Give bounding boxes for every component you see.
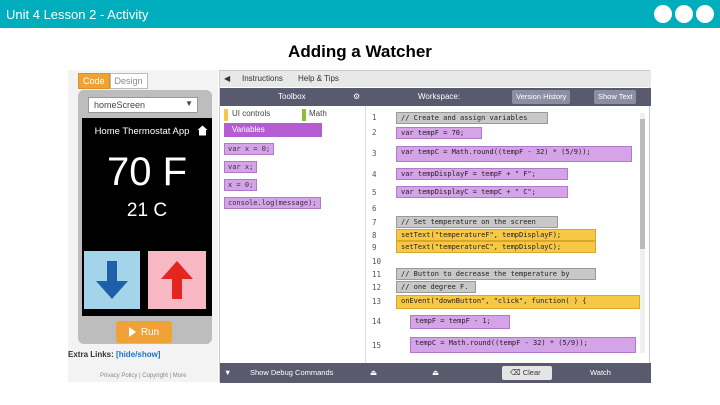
eraser-icon: ⌫ — [510, 368, 521, 377]
expand-debug-icon[interactable]: ▼ — [224, 368, 231, 377]
design-mode-button[interactable]: Design — [109, 73, 148, 89]
show-text-button[interactable]: Show Text — [594, 90, 637, 104]
chevron-down-icon: ▼ — [185, 99, 193, 108]
lesson-title: Unit 4 Lesson 2 - Activity — [6, 7, 149, 22]
watch-label[interactable]: Watch — [590, 368, 611, 377]
up-button[interactable] — [148, 251, 206, 309]
app-title: Home Thermostat App — [94, 126, 190, 137]
code-line[interactable]: var tempC = Math.round((tempF - 32) * (5… — [396, 146, 632, 162]
slide-heading: Adding a Watcher — [288, 42, 432, 61]
category-variables[interactable]: Variables — [224, 123, 322, 137]
show-debug-link[interactable]: Show Debug Commands — [250, 368, 333, 377]
toolbox-block[interactable]: var x; — [224, 161, 258, 173]
code-line[interactable]: setText("temperatureF", tempDisplayF); — [396, 229, 596, 241]
run-label: Run — [140, 326, 160, 338]
code-line[interactable]: onEvent("downButton", "click", function(… — [396, 295, 640, 309]
workspace-label: Workspace: — [418, 92, 461, 101]
footer-links[interactable]: Privacy Policy | Copyright | More — [100, 373, 186, 379]
header-bar: Unit 4 Lesson 2 - Activity — [0, 0, 720, 28]
line-number: 15 — [372, 341, 382, 350]
temperature-f-label: 70 F — [106, 150, 188, 194]
home-icon — [197, 125, 208, 139]
hide-show-link[interactable]: [hide/show] — [116, 350, 160, 359]
code-line[interactable]: var tempF = 70; — [396, 127, 482, 139]
line-number: 12 — [372, 283, 382, 292]
mode-toggle: Code Design — [78, 73, 148, 89]
line-number: 4 — [372, 170, 377, 179]
line-number: 1 — [372, 113, 377, 122]
code-line[interactable]: // one degree F. — [396, 281, 476, 293]
version-history-button[interactable]: Version History — [512, 90, 571, 104]
temperature-c-label: 21 C — [126, 200, 168, 221]
toolbox-block[interactable]: console.log(message); — [224, 197, 321, 209]
logo-dot-icon — [654, 5, 672, 23]
screen-select-value: homeScreen — [94, 100, 146, 110]
line-number: 3 — [372, 149, 377, 158]
logo-dot-icon — [675, 5, 693, 23]
slide: Unit 4 Lesson 2 - Activity Adding a Watc… — [0, 0, 720, 405]
code-line[interactable]: var tempDisplayC = tempC + " C"; — [396, 186, 568, 198]
logo-dot-icon — [696, 5, 714, 23]
line-number: 7 — [372, 218, 377, 227]
run-button[interactable]: Run — [116, 321, 172, 343]
debug-bar: ▼ Show Debug Commands ⏏ ⏏ ⌫ Clear Watch — [220, 363, 651, 383]
gear-icon[interactable]: ⚙ — [353, 92, 360, 101]
clear-button[interactable]: ⌫ Clear — [502, 366, 552, 380]
line-number: 11 — [372, 270, 382, 279]
code-line[interactable]: var tempDisplayF = tempF + " F"; — [396, 168, 568, 180]
tab-help[interactable]: Help & Tips — [298, 74, 339, 83]
category-ui-controls[interactable]: UI controls — [224, 109, 300, 121]
workspace-header: Toolbox ⚙ Workspace: Version History Sho… — [220, 88, 651, 106]
line-number: 14 — [372, 317, 382, 326]
toolbox-block[interactable]: var x = 0; — [224, 143, 275, 155]
extra-links-label: Extra Links: — [68, 350, 114, 359]
line-number: 6 — [372, 204, 377, 213]
line-number: 8 — [372, 231, 377, 240]
line-number: 9 — [372, 243, 377, 252]
toolbox-label: Toolbox — [278, 92, 306, 101]
arrow-down-icon — [96, 261, 128, 299]
line-number: 2 — [372, 128, 377, 137]
line-number: 5 — [372, 188, 377, 197]
logo-dots — [654, 5, 714, 23]
arrow-up-icon — [161, 261, 193, 299]
code-editor: ◀ Instructions Help & Tips Toolbox ⚙ Wor… — [219, 70, 651, 383]
clear-label: Clear — [522, 368, 541, 377]
scrollbar-thumb[interactable] — [640, 119, 645, 249]
extra-links: Extra Links: [hide/show] — [68, 350, 160, 359]
code-line[interactable]: // Button to decrease the temperature by — [396, 268, 596, 280]
line-number: 13 — [372, 297, 382, 306]
step-icon[interactable]: ⏏ — [370, 368, 377, 377]
code-line[interactable]: // Set temperature on the screen — [396, 216, 558, 228]
down-button[interactable] — [84, 251, 140, 309]
play-icon — [128, 327, 136, 337]
category-math[interactable]: Math — [302, 109, 330, 121]
instructions-bar: ◀ Instructions Help & Tips — [220, 71, 651, 87]
collapse-icon[interactable]: ◀ — [224, 74, 230, 83]
code-line[interactable]: tempF = tempF - 1; — [410, 315, 510, 329]
code-mode-button[interactable]: Code — [78, 73, 110, 89]
step-over-icon[interactable]: ⏏ — [432, 368, 439, 377]
tab-instructions[interactable]: Instructions — [242, 74, 283, 83]
app-screen: Home Thermostat App 70 F 21 C — [82, 118, 212, 316]
code-line[interactable]: setText("temperatureC", tempDisplayC); — [396, 241, 596, 253]
code-line[interactable]: tempC = Math.round((tempF - 32) * (5/9))… — [410, 337, 636, 353]
toolbox-block[interactable]: x = 0; — [224, 179, 258, 191]
screen-select[interactable]: homeScreen ▼ — [88, 97, 198, 113]
editor-scrollbar[interactable] — [640, 113, 645, 353]
code-line[interactable]: // Create and assign variables — [396, 112, 548, 124]
line-number: 10 — [372, 257, 382, 266]
